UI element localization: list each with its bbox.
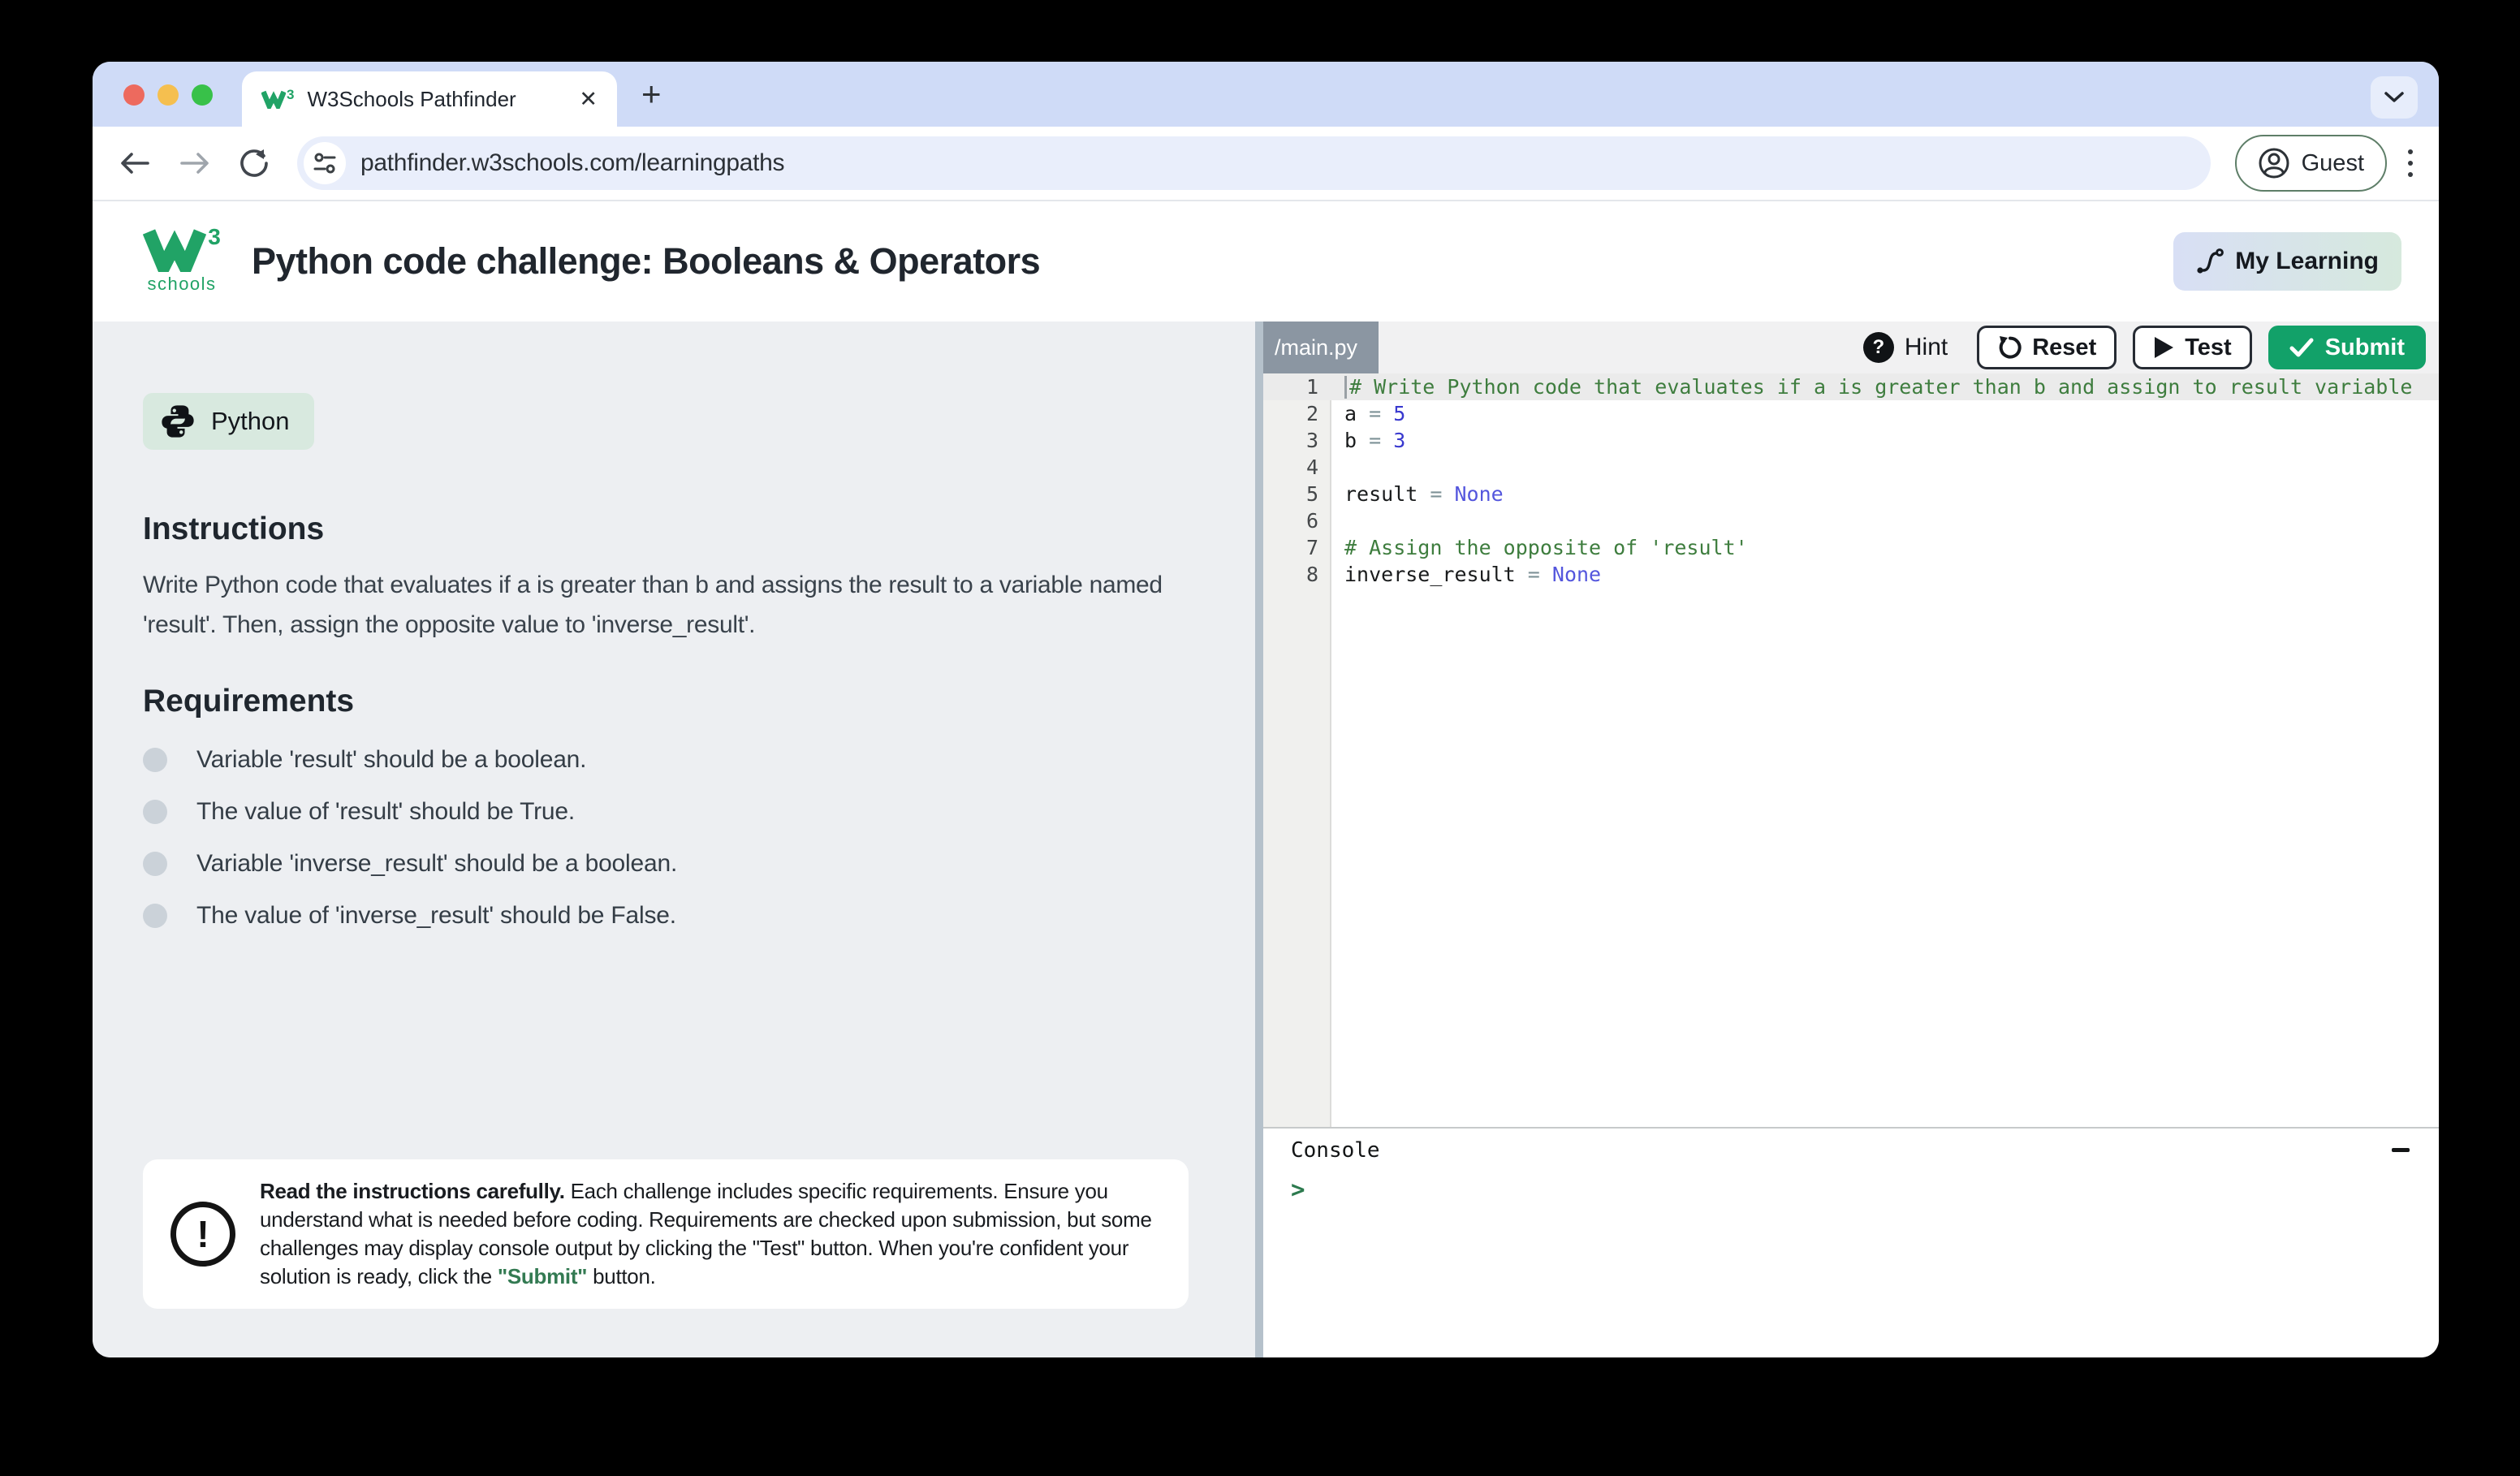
browser-tab[interactable]: 3 W3Schools Pathfinder ✕ xyxy=(242,71,617,127)
requirement-item: The value of 'inverse_result' should be … xyxy=(143,890,677,942)
new-tab-button[interactable]: + xyxy=(641,75,662,114)
instructions-note: ! Read the instructions carefully. Each … xyxy=(143,1159,1189,1309)
console-panel: Console > xyxy=(1263,1127,2439,1357)
forward-arrow-icon xyxy=(179,150,211,176)
alert-circle-icon: ! xyxy=(170,1202,235,1267)
language-badge-label: Python xyxy=(211,407,290,436)
panel-divider[interactable] xyxy=(1255,322,1263,1357)
requirement-item: The value of 'result' should be True. xyxy=(143,786,677,838)
reload-button[interactable] xyxy=(239,148,270,179)
editor-panel: /main.py ? Hint Reset xyxy=(1263,322,2439,1357)
line-number: 4 xyxy=(1263,455,1331,479)
line-number: 2 xyxy=(1263,402,1331,425)
my-learning-label: My Learning xyxy=(2235,248,2379,275)
submit-button[interactable]: Submit xyxy=(2268,326,2426,369)
browser-menu-button[interactable] xyxy=(2408,149,2413,177)
line-number: 7 xyxy=(1263,536,1331,559)
code-line[interactable]: 6 xyxy=(1263,507,2439,534)
note-text: Read the instructions carefully. Each ch… xyxy=(260,1177,1161,1291)
tab-title: W3Schools Pathfinder xyxy=(307,87,569,112)
back-button[interactable] xyxy=(119,150,151,176)
test-button[interactable]: Test xyxy=(2133,326,2251,369)
browser-window: 3 W3Schools Pathfinder ✕ + xyxy=(93,62,2439,1357)
instructions-heading: Instructions xyxy=(143,511,324,547)
requirement-status-icon xyxy=(143,852,167,876)
requirement-status-icon xyxy=(143,748,167,772)
requirement-status-icon xyxy=(143,800,167,824)
main-content: Python Instructions Write Python code th… xyxy=(93,322,2439,1357)
instructions-body: Write Python code that evaluates if a is… xyxy=(143,565,1208,645)
file-tab-main-py[interactable]: /main.py xyxy=(1263,322,1379,373)
code-editor[interactable]: 1# Write Python code that evaluates if a… xyxy=(1263,373,2439,1127)
code-line[interactable]: 4 xyxy=(1263,454,2439,481)
line-number: 6 xyxy=(1263,509,1331,533)
challenge-panel: Python Instructions Write Python code th… xyxy=(93,322,1255,1357)
requirement-text: The value of 'inverse_result' should be … xyxy=(196,902,676,930)
address-bar[interactable]: pathfinder.w3schools.com/learningpaths xyxy=(297,136,2211,190)
collapse-console-icon[interactable] xyxy=(2392,1148,2410,1152)
code-line[interactable]: 7# Assign the opposite of 'result' xyxy=(1263,534,2439,561)
editor-toolbar: /main.py ? Hint Reset xyxy=(1263,322,2439,373)
w3schools-favicon-icon: 3 xyxy=(261,89,294,109)
reload-icon xyxy=(239,148,270,179)
reset-icon xyxy=(1997,335,2022,360)
site-settings-icon xyxy=(313,151,337,175)
requirement-text: Variable 'result' should be a boolean. xyxy=(196,746,586,774)
close-tab-icon[interactable]: ✕ xyxy=(579,87,598,112)
line-number: 3 xyxy=(1263,429,1331,452)
code-line[interactable]: 2a = 5 xyxy=(1263,400,2439,427)
requirement-status-icon xyxy=(143,904,167,928)
line-number: 8 xyxy=(1263,563,1331,586)
requirements-heading: Requirements xyxy=(143,684,354,719)
code-line[interactable]: 5result = None xyxy=(1263,481,2439,507)
requirement-text: The value of 'result' should be True. xyxy=(196,798,575,826)
learning-path-icon xyxy=(2196,248,2224,275)
zoom-window-button[interactable] xyxy=(192,84,213,106)
screen-background: 3 W3Schools Pathfinder ✕ + xyxy=(0,0,2520,1476)
language-badge: Python xyxy=(143,393,314,450)
site-header: 3 schools Python code challenge: Boolean… xyxy=(93,201,2439,322)
url-text: pathfinder.w3schools.com/learningpaths xyxy=(360,149,784,177)
question-circle-icon: ? xyxy=(1863,332,1894,363)
guest-profile-button[interactable]: Guest xyxy=(2235,135,2387,192)
requirement-text: Variable 'inverse_result' should be a bo… xyxy=(196,850,677,878)
line-number: 5 xyxy=(1263,482,1331,506)
chevron-down-icon xyxy=(2383,90,2406,105)
reset-button[interactable]: Reset xyxy=(1977,326,2117,369)
line-number: 1 xyxy=(1263,375,1331,399)
requirements-list: Variable 'result' should be a boolean. Th… xyxy=(143,734,677,942)
browser-toolbar: pathfinder.w3schools.com/learningpaths G… xyxy=(93,127,2439,200)
python-logo-icon xyxy=(159,403,196,440)
text-cursor xyxy=(1344,376,1347,399)
code-line[interactable]: 8inverse_result = None xyxy=(1263,561,2439,588)
check-icon xyxy=(2289,337,2314,358)
my-learning-button[interactable]: My Learning xyxy=(2173,232,2401,291)
guest-label: Guest xyxy=(2302,150,2364,177)
console-prompt: > xyxy=(1291,1176,2439,1203)
back-arrow-icon xyxy=(119,150,151,176)
hint-button[interactable]: ? Hint xyxy=(1863,332,1948,363)
forward-button[interactable] xyxy=(179,150,211,176)
minimize-window-button[interactable] xyxy=(158,84,179,106)
close-window-button[interactable] xyxy=(123,84,145,106)
console-title: Console xyxy=(1291,1138,2439,1163)
tab-search-button[interactable] xyxy=(2371,76,2418,119)
profile-avatar-icon xyxy=(2258,147,2290,179)
code-line[interactable]: 1# Write Python code that evaluates if a… xyxy=(1263,373,2439,400)
play-icon xyxy=(2153,336,2174,359)
page-title: Python code challenge: Booleans & Operat… xyxy=(252,240,1040,283)
site-settings-button[interactable] xyxy=(304,142,346,184)
code-lines: 1# Write Python code that evaluates if a… xyxy=(1263,373,2439,588)
code-line[interactable]: 3b = 3 xyxy=(1263,427,2439,454)
requirement-item: Variable 'result' should be a boolean. xyxy=(143,734,677,786)
requirement-item: Variable 'inverse_result' should be a bo… xyxy=(143,838,677,890)
browser-tab-bar: 3 W3Schools Pathfinder ✕ + xyxy=(93,62,2439,127)
w3schools-w-icon xyxy=(143,228,206,272)
w3schools-logo[interactable]: 3 schools xyxy=(143,228,221,295)
window-controls xyxy=(123,84,213,106)
